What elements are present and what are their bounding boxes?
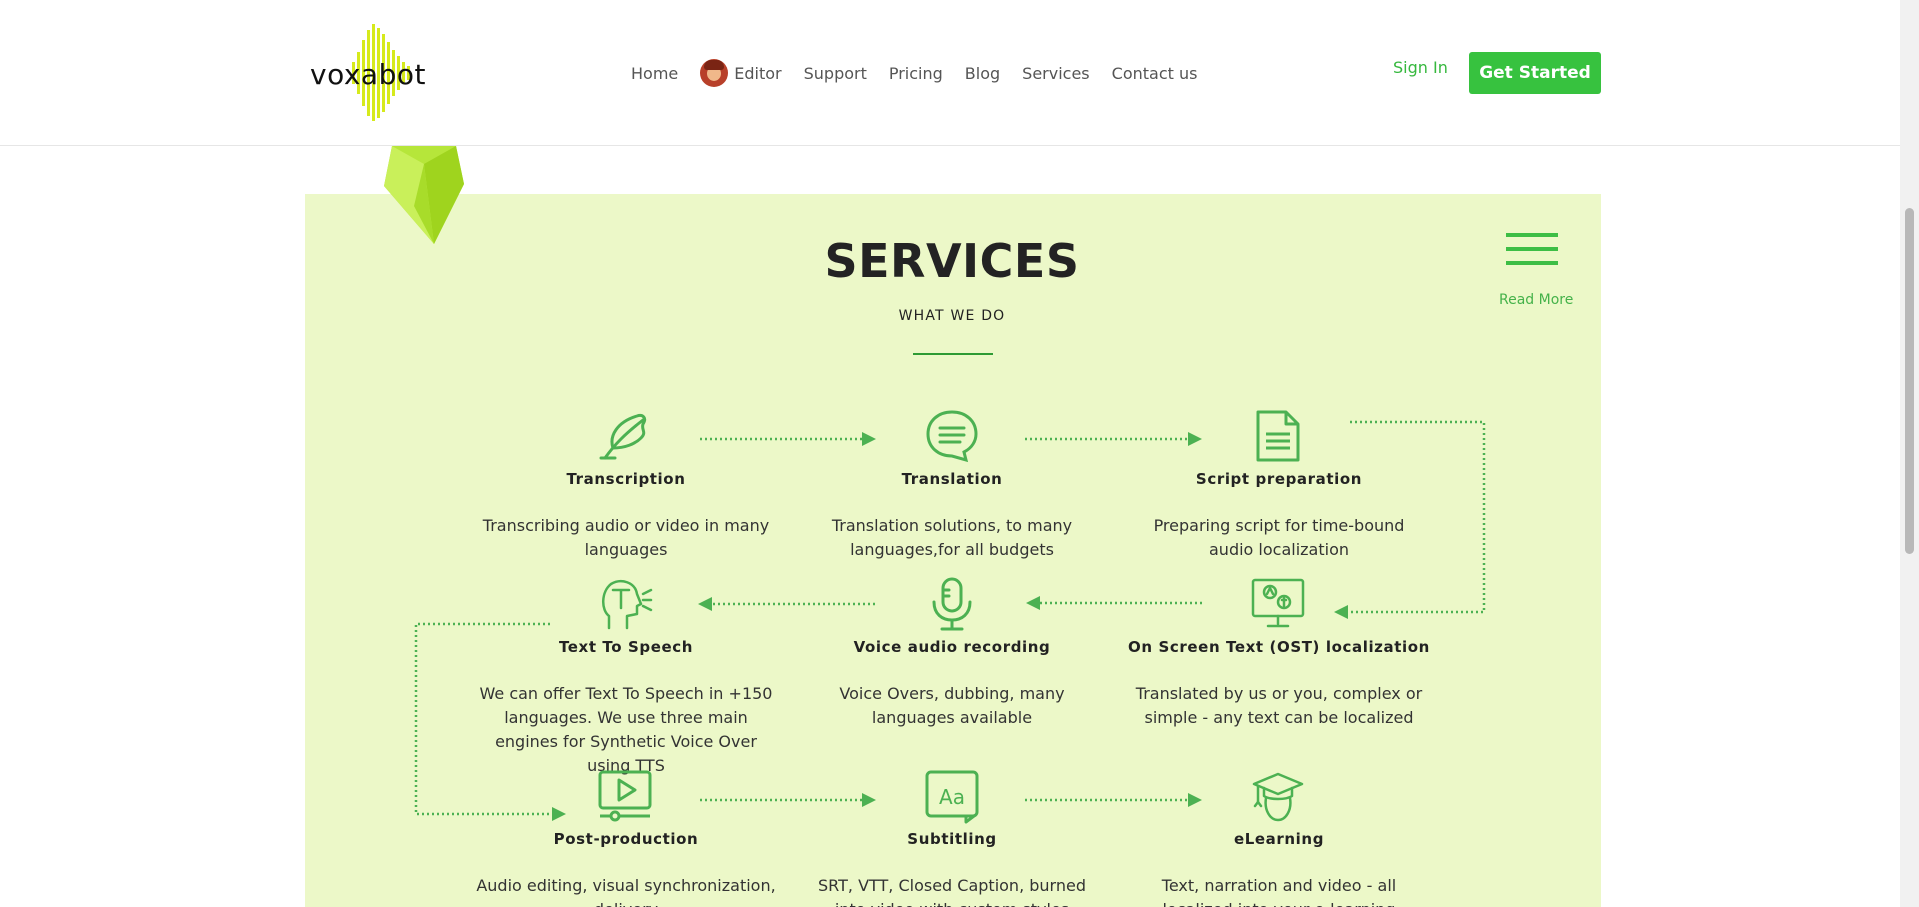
service-name-translation: Translation bbox=[901, 470, 1003, 488]
get-started-button[interactable]: Get Started bbox=[1469, 52, 1601, 94]
microphone-icon bbox=[932, 577, 972, 631]
service-desc-text-to-speech: We can offer Text To Speech in +150 lang… bbox=[479, 684, 773, 775]
service-desc-voice-audio-recording: Voice Overs, dubbing, many languages ava… bbox=[839, 684, 1065, 727]
service-desc-subtitling: SRT, VTT, Closed Caption, burned into vi… bbox=[818, 876, 1086, 907]
logo-wordmark: voxabot bbox=[310, 58, 426, 91]
hamburger-menu-icon[interactable] bbox=[1506, 233, 1558, 267]
service-name-transcription: Transcription bbox=[566, 470, 686, 488]
service-name-script-preparation: Script preparation bbox=[1195, 470, 1363, 488]
service-name-text-to-speech: Text To Speech bbox=[558, 638, 694, 656]
speaking-head-icon bbox=[602, 580, 653, 630]
nav-editor-label: Editor bbox=[734, 63, 782, 83]
nav-home[interactable]: Home bbox=[631, 64, 678, 83]
graduation-cap-icon bbox=[1252, 772, 1304, 822]
video-player-icon bbox=[598, 770, 652, 822]
sign-in-link[interactable]: Sign In bbox=[1393, 58, 1448, 77]
nav-editor[interactable]: Editor bbox=[700, 59, 782, 87]
nav-support[interactable]: Support bbox=[804, 64, 867, 83]
service-desc-elearning: Text, narration and video - all localize… bbox=[1161, 876, 1397, 907]
svg-text:Aa: Aa bbox=[939, 785, 965, 809]
feather-icon bbox=[599, 414, 647, 460]
service-desc-script-preparation: Preparing script for time-bound audio lo… bbox=[1153, 516, 1405, 559]
page: voxabot Home Editor Support Pricing Blog… bbox=[0, 0, 1919, 907]
section-title: SERVICES bbox=[824, 234, 1080, 288]
subtitles-icon: Aa bbox=[925, 770, 979, 824]
service-name-subtitling: Subtitling bbox=[907, 830, 997, 848]
speech-bubble-icon bbox=[926, 410, 978, 463]
service-name-post-production: Post-production bbox=[553, 830, 699, 848]
editor-avatar-icon bbox=[700, 59, 729, 87]
nav-blog[interactable]: Blog bbox=[965, 64, 1000, 83]
nav-contact[interactable]: Contact us bbox=[1112, 64, 1198, 83]
document-icon bbox=[1256, 410, 1300, 462]
voxabot-logo[interactable]: voxabot bbox=[310, 24, 428, 121]
service-desc-transcription: Transcribing audio or video in many lang… bbox=[482, 516, 770, 559]
section-subtitle: WHAT WE DO bbox=[898, 308, 1006, 324]
service-desc-ost-localization: Translated by us or you, complex or simp… bbox=[1135, 684, 1423, 727]
green-gem-decoration-icon bbox=[384, 146, 464, 244]
monitor-text-icon bbox=[1251, 578, 1305, 628]
nav-services[interactable]: Services bbox=[1022, 64, 1089, 83]
service-name-voice-audio-recording: Voice audio recording bbox=[853, 638, 1051, 656]
read-more-link[interactable]: Read More bbox=[1499, 292, 1573, 308]
main-nav: Home Editor Support Pricing Blog Service… bbox=[631, 59, 1219, 87]
scrollbar-thumb[interactable] bbox=[1905, 208, 1914, 554]
service-desc-translation: Translation solutions, to many languages… bbox=[831, 516, 1073, 559]
page-scrollbar[interactable] bbox=[1900, 0, 1919, 907]
nav-pricing[interactable]: Pricing bbox=[889, 64, 943, 83]
service-desc-post-production: Audio editing, visual synchronization, d… bbox=[476, 876, 776, 907]
title-divider bbox=[913, 353, 993, 355]
site-header: voxabot Home Editor Support Pricing Blog… bbox=[0, 0, 1900, 146]
service-name-ost-localization: On Screen Text (OST) localization bbox=[1128, 638, 1430, 656]
service-name-elearning: eLearning bbox=[1233, 830, 1325, 848]
